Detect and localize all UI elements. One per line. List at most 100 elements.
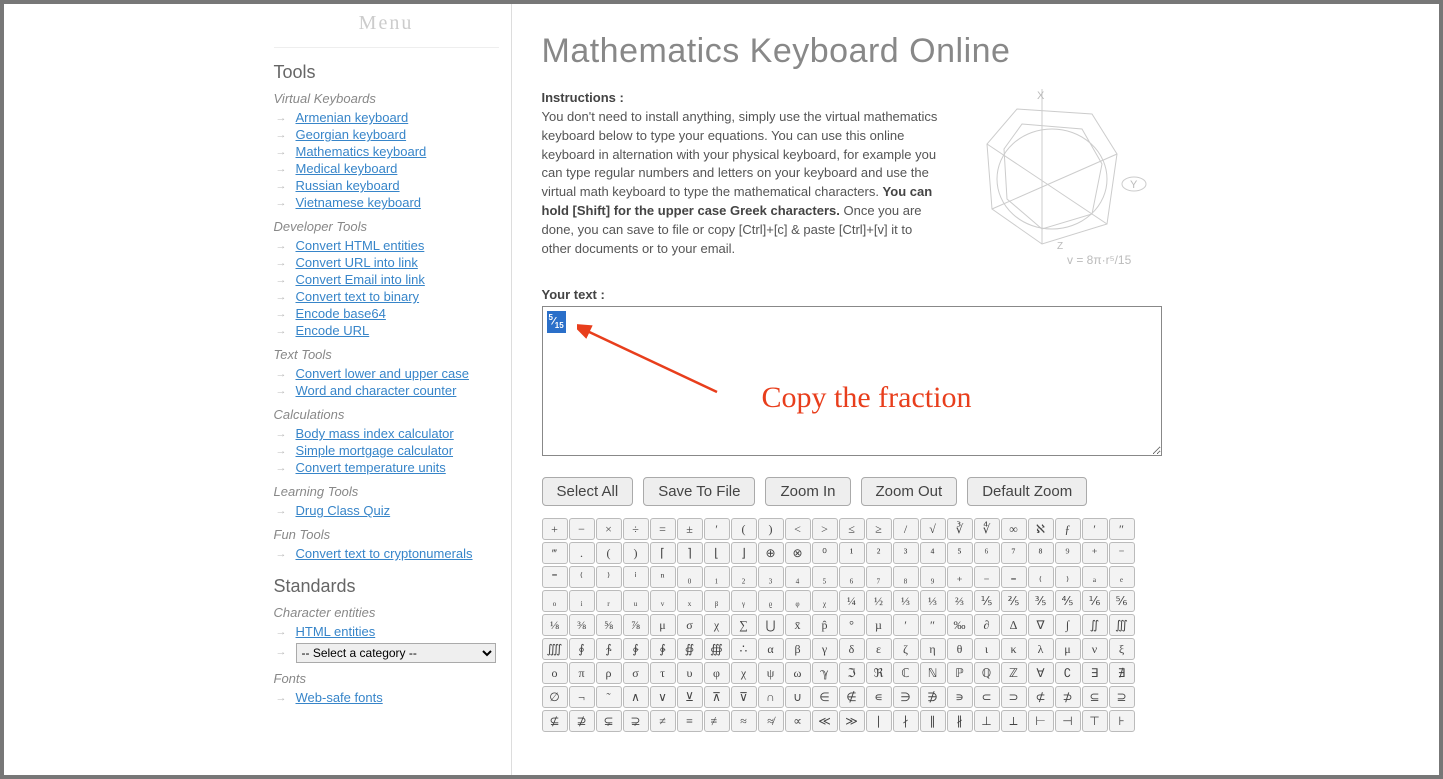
keyboard-key[interactable]: ₑ [1109,566,1135,588]
keyboard-key[interactable]: ⊃ [1001,686,1027,708]
keyboard-key[interactable]: ₓ [677,590,703,612]
keyboard-key[interactable]: ⊗ [785,542,811,564]
keyboard-key[interactable]: ο [542,662,568,684]
keyboard-key[interactable]: ∑ [731,614,757,636]
keyboard-key[interactable]: ⊦ [1109,710,1135,732]
keyboard-key[interactable]: ¹ [839,542,865,564]
keyboard-key[interactable]: ⁴ [920,542,946,564]
sidebar-link[interactable]: Web-safe fonts [296,690,383,705]
keyboard-key[interactable]: χ [704,614,730,636]
keyboard-key[interactable]: ≠ [650,710,676,732]
keyboard-key[interactable]: ι [974,638,1000,660]
keyboard-key[interactable]: ∊ [866,686,892,708]
keyboard-key[interactable]: ℵ [1028,518,1054,540]
sidebar-link[interactable]: Encode URL [296,323,370,338]
keyboard-key[interactable]: ∁ [1055,662,1081,684]
keyboard-key[interactable]: λ [1028,638,1054,660]
keyboard-key[interactable]: . [569,542,595,564]
sidebar-link[interactable]: HTML entities [296,624,376,639]
keyboard-key[interactable]: ⊕ [758,542,784,564]
keyboard-key[interactable]: ≡ [677,710,703,732]
keyboard-key[interactable]: = [650,518,676,540]
keyboard-key[interactable]: × [596,518,622,540]
keyboard-key[interactable]: ⁿ [650,566,676,588]
keyboard-key[interactable]: ₂ [731,566,757,588]
keyboard-key[interactable]: ⅓ [920,590,946,612]
keyboard-key[interactable]: ′ [893,614,919,636]
keyboard-key[interactable]: ₊ [947,566,973,588]
sidebar-link[interactable]: Convert Email into link [296,272,425,287]
keyboard-key[interactable]: ₀ [677,566,703,588]
keyboard-key[interactable]: ₃ [758,566,784,588]
keyboard-key[interactable]: ⅖ [1001,590,1027,612]
keyboard-key[interactable]: ᵤ [623,590,649,612]
keyboard-key[interactable]: ° [839,614,865,636]
keyboard-key[interactable]: μ [650,614,676,636]
zoom-out-button[interactable]: Zoom Out [861,477,958,506]
keyboard-key[interactable]: ⊅ [1055,686,1081,708]
keyboard-key[interactable]: ⊤ [1082,710,1108,732]
keyboard-key[interactable]: ⌉ [677,542,703,564]
keyboard-key[interactable]: ₉ [920,566,946,588]
keyboard-key[interactable]: ( [731,518,757,540]
keyboard-key[interactable]: ⅛ [542,614,568,636]
keyboard-key[interactable]: ⁸ [1028,542,1054,564]
sidebar-link[interactable]: Convert text to binary [296,289,420,304]
save-to-file-button[interactable]: Save To File [643,477,755,506]
keyboard-key[interactable]: ⊄ [1028,686,1054,708]
sidebar-link[interactable]: Mathematics keyboard [296,144,427,159]
keyboard-key[interactable]: θ [947,638,973,660]
keyboard-key[interactable]: ≫ [839,710,865,732]
keyboard-key[interactable]: υ [677,662,703,684]
keyboard-key[interactable]: ⊽ [731,686,757,708]
keyboard-key[interactable]: ‰ [947,614,973,636]
keyboard-key[interactable]: μ [1055,638,1081,660]
sidebar-link[interactable]: Convert HTML entities [296,238,425,253]
keyboard-key[interactable]: π [569,662,595,684]
keyboard-key[interactable]: ⊼ [704,686,730,708]
keyboard-key[interactable]: ψ [758,662,784,684]
sidebar-link[interactable]: Convert text to cryptonumerals [296,546,473,561]
keyboard-key[interactable]: ⊈ [542,710,568,732]
keyboard-key[interactable]: ∉ [839,686,865,708]
sidebar-link[interactable]: Armenian keyboard [296,110,409,125]
keyboard-key[interactable]: ∫ [1055,614,1081,636]
keyboard-key[interactable]: ₎ [1055,566,1081,588]
keyboard-key[interactable]: ν [1082,638,1108,660]
keyboard-key[interactable]: ℙ [947,662,973,684]
keyboard-key[interactable]: ⊆ [1082,686,1108,708]
keyboard-key[interactable]: ω [785,662,811,684]
keyboard-key[interactable]: ∜ [974,518,1000,540]
keyboard-key[interactable]: ⊥ [974,710,1000,732]
keyboard-key[interactable]: ∲ [623,638,649,660]
keyboard-key[interactable]: ⅓ [893,590,919,612]
keyboard-key[interactable]: ) [758,518,784,540]
keyboard-key[interactable]: ∭ [1109,614,1135,636]
keyboard-key[interactable]: κ [1001,638,1027,660]
sidebar-link[interactable]: Convert URL into link [296,255,418,270]
keyboard-key[interactable]: ⅝ [596,614,622,636]
keyboard-key[interactable]: ½ [866,590,892,612]
keyboard-key[interactable]: ⁵ [947,542,973,564]
keyboard-key[interactable]: τ [650,662,676,684]
keyboard-key[interactable]: ˜ [596,686,622,708]
keyboard-key[interactable]: φ [704,662,730,684]
keyboard-key[interactable]: ′ [704,518,730,540]
keyboard-key[interactable]: ² [866,542,892,564]
keyboard-key[interactable]: ∄ [1109,662,1135,684]
keyboard-key[interactable]: ∞ [1001,518,1027,540]
keyboard-key[interactable]: ⁺ [1082,542,1108,564]
keyboard-key[interactable]: ᵣ [596,590,622,612]
keyboard-key[interactable]: ⊢ [1028,710,1054,732]
keyboard-key[interactable]: ∌ [920,686,946,708]
keyboard-key[interactable]: ᵩ [785,590,811,612]
keyboard-key[interactable]: µ [866,614,892,636]
keyboard-key[interactable]: ƒ [1055,518,1081,540]
keyboard-key[interactable]: ∆ [1001,614,1027,636]
category-select[interactable]: -- Select a category -- [296,643,496,663]
select-all-button[interactable]: Select All [542,477,634,506]
keyboard-key[interactable]: ⅘ [1055,590,1081,612]
keyboard-key[interactable]: ⊻ [677,686,703,708]
keyboard-key[interactable]: ⁾ [596,566,622,588]
keyboard-key[interactable]: ∣ [866,710,892,732]
